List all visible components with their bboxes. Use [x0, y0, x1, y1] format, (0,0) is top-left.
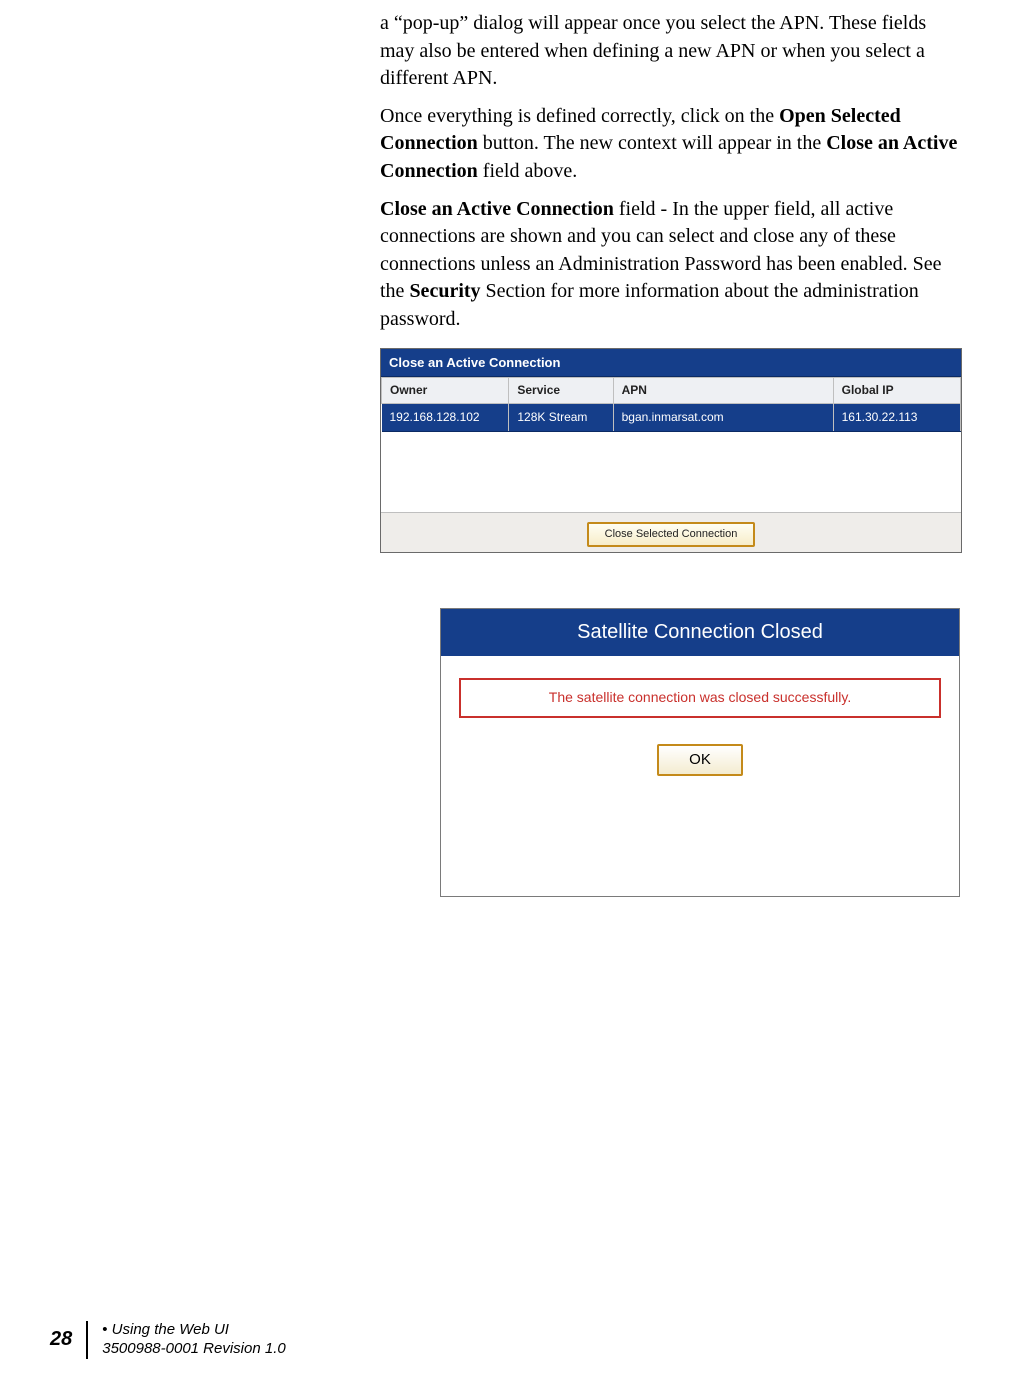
dialog-title: Satellite Connection Closed — [441, 609, 959, 657]
dialog-message: The satellite connection was closed succ… — [459, 678, 941, 717]
body-paragraph-1: a “pop-up” dialog will appear once you s… — [380, 10, 962, 93]
p2-text-a: Once everything is defined correctly, cl… — [380, 105, 779, 127]
footer-text: • Using the Web UI 3500988-0001 Revision… — [102, 1321, 285, 1359]
p2-text-e: field above. — [478, 160, 577, 182]
cell-global-ip: 161.30.22.113 — [833, 404, 960, 432]
satellite-closed-dialog: Satellite Connection Closed The satellit… — [440, 608, 960, 898]
ok-button[interactable]: OK — [657, 744, 743, 777]
panel-footer: Close Selected Connection — [381, 512, 961, 552]
cell-owner: 192.168.128.102 — [382, 404, 509, 432]
p2-text-c: button. The new context will appear in t… — [478, 132, 826, 154]
footer-line2: 3500988-0001 Revision 1.0 — [102, 1340, 285, 1357]
page-number: 28 — [50, 1326, 86, 1354]
close-selected-connection-button[interactable]: Close Selected Connection — [587, 522, 756, 547]
col-service[interactable]: Service — [509, 378, 613, 404]
col-apn[interactable]: APN — [613, 378, 833, 404]
cell-service: 128K Stream — [509, 404, 613, 432]
col-global-ip[interactable]: Global IP — [833, 378, 960, 404]
close-connection-panel: Close an Active Connection Owner Service… — [380, 348, 962, 553]
p3-bold-close-active: Close an Active Connection — [380, 198, 614, 220]
table-row[interactable]: 192.168.128.102 128K Stream bgan.inmarsa… — [382, 404, 961, 432]
connection-table: Owner Service APN Global IP 192.168.128.… — [381, 377, 961, 431]
cell-apn: bgan.inmarsat.com — [613, 404, 833, 432]
footer-divider — [86, 1321, 88, 1359]
body-paragraph-3: Close an Active Connection field - In th… — [380, 196, 962, 334]
page-footer: 28 • Using the Web UI 3500988-0001 Revis… — [50, 1321, 286, 1359]
footer-bullet: • — [102, 1321, 111, 1338]
panel-title: Close an Active Connection — [381, 349, 961, 378]
panel-whitespace — [381, 432, 961, 512]
col-owner[interactable]: Owner — [382, 378, 509, 404]
footer-line1: Using the Web UI — [112, 1321, 229, 1338]
body-paragraph-2: Once everything is defined correctly, cl… — [380, 103, 962, 186]
p3-bold-security: Security — [409, 280, 480, 302]
